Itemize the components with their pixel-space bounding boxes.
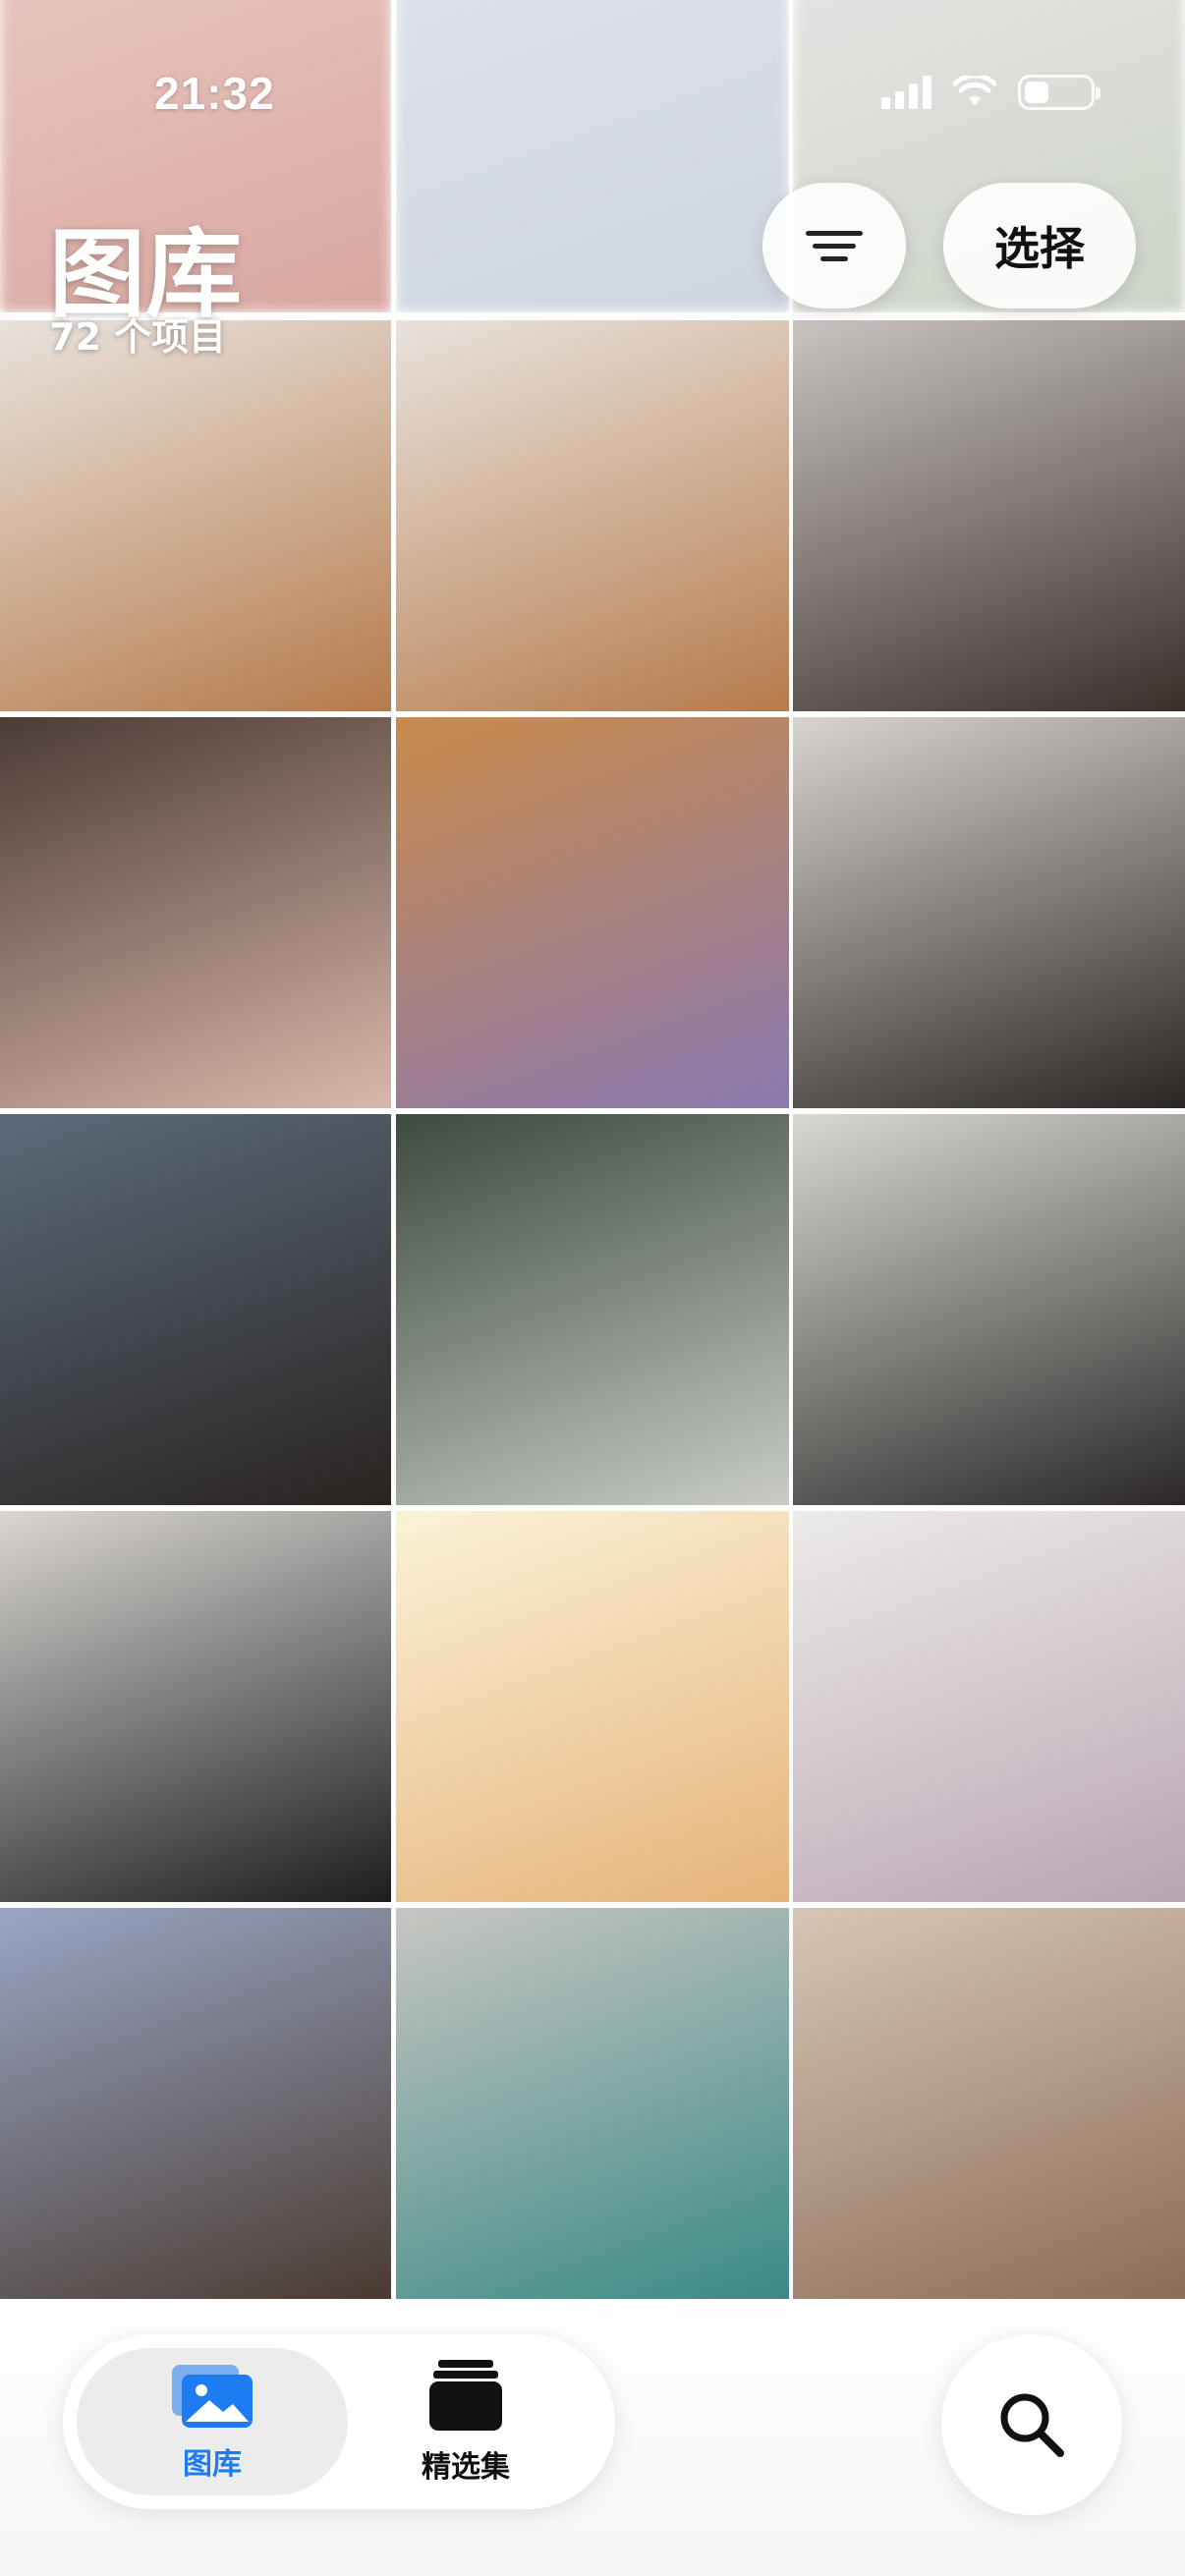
girl-eating-skewer bbox=[0, 1114, 391, 1505]
girl-in-car-seat bbox=[0, 717, 391, 1108]
tab-library[interactable]: 图库 bbox=[77, 2348, 348, 2495]
photo-thumbnail[interactable] bbox=[793, 717, 1185, 1108]
photos-library-icon bbox=[172, 2365, 253, 2428]
search-button[interactable] bbox=[941, 2334, 1122, 2515]
filter-lines-icon bbox=[806, 227, 863, 264]
select-button[interactable]: 选择 bbox=[943, 183, 1136, 308]
status-icons bbox=[881, 75, 1100, 110]
status-time: 21:32 bbox=[154, 68, 275, 119]
tab-collections[interactable]: 精选集 bbox=[330, 2348, 601, 2495]
photo-thumbnail[interactable] bbox=[396, 0, 789, 312]
recent-blurred-screenshot-chat bbox=[396, 0, 789, 312]
photo-thumbnail[interactable] bbox=[396, 1908, 789, 2299]
tab-collections-label: 精选集 bbox=[422, 2450, 510, 2485]
photo-thumbnail[interactable] bbox=[396, 320, 789, 711]
girl-winter-hat-beach bbox=[0, 1908, 391, 2299]
girl-black-coat bbox=[0, 1511, 391, 1902]
collections-stack-icon bbox=[429, 2360, 502, 2431]
girl-striped-shirt-street bbox=[396, 1114, 789, 1505]
battery-icon bbox=[1018, 75, 1100, 110]
anime-girl-sticker bbox=[396, 1511, 789, 1902]
photo-thumbnail[interactable] bbox=[793, 1114, 1185, 1505]
photo-thumbnail[interactable] bbox=[396, 717, 789, 1108]
photo-thumbnail[interactable] bbox=[0, 1908, 391, 2299]
item-count: 72 个项目 bbox=[49, 315, 227, 359]
girl-selfie-long-hair bbox=[793, 320, 1185, 711]
bunny-figure-flower bbox=[793, 1511, 1185, 1902]
cellular-signal-icon bbox=[881, 76, 931, 109]
girl-supreme-cap-icecream bbox=[396, 717, 789, 1108]
food-platter-pizza-1 bbox=[0, 320, 391, 711]
photo-thumbnail[interactable] bbox=[0, 320, 391, 711]
search-icon bbox=[1000, 2393, 1064, 2457]
tab-library-label: 图库 bbox=[183, 2447, 242, 2482]
photo-thumbnail[interactable] bbox=[793, 1511, 1185, 1902]
wifi-icon bbox=[953, 76, 996, 105]
food-platter-pizza-2 bbox=[396, 320, 789, 711]
photo-thumbnail[interactable] bbox=[0, 717, 391, 1108]
photo-thumbnail[interactable] bbox=[793, 1908, 1185, 2299]
photo-thumbnail[interactable] bbox=[0, 1114, 391, 1505]
filter-button[interactable] bbox=[762, 183, 906, 308]
photo-thumbnail[interactable] bbox=[396, 1114, 789, 1505]
cat-with-juice-box bbox=[793, 1908, 1185, 2299]
girl-mirror-selfie-station bbox=[793, 1114, 1185, 1505]
photo-thumbnail[interactable] bbox=[396, 1511, 789, 1902]
photo-thumbnail[interactable] bbox=[793, 320, 1185, 711]
girl-striped-shirt bbox=[793, 717, 1185, 1108]
girl-teal-striped-shirt bbox=[396, 1908, 789, 2299]
photo-thumbnail[interactable] bbox=[0, 1511, 391, 1902]
tab-bar: 图库 精选集 bbox=[63, 2334, 615, 2509]
